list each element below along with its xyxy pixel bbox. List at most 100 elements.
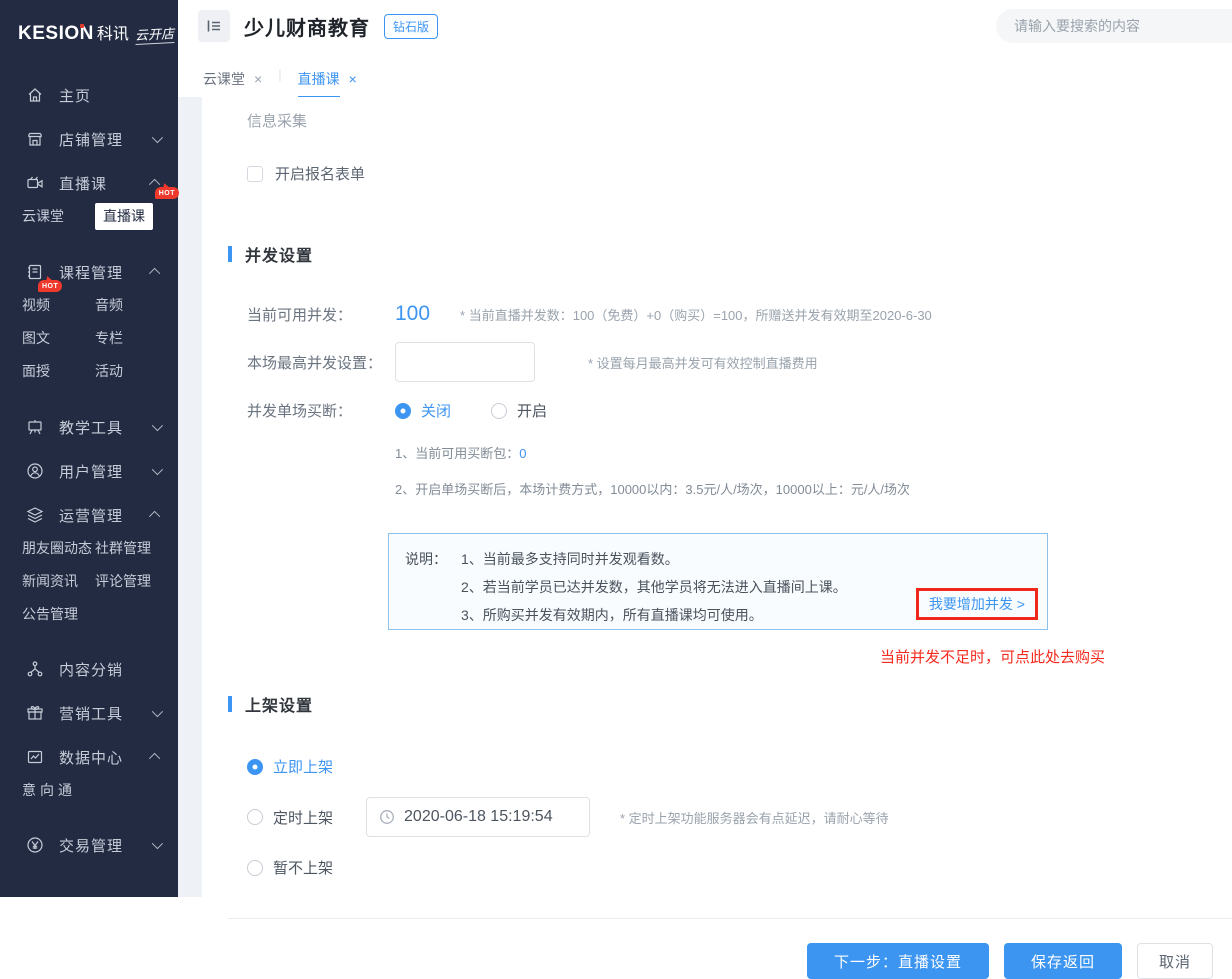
shelf-section-header: 上架设置 — [247, 692, 1232, 716]
submenu-item-article[interactable]: 图文 — [22, 329, 50, 347]
add-concurrency-link[interactable]: 我要增加并发 > — [929, 596, 1025, 612]
tab-cloud-classroom[interactable]: 云课堂 × — [203, 52, 262, 97]
chevron-down-icon — [152, 132, 163, 143]
cancel-button[interactable]: 取消 — [1137, 943, 1213, 979]
search-input[interactable] — [996, 9, 1232, 43]
radio-selected-icon — [395, 403, 411, 419]
purchase-annotation-text: 当前并发不足时，可点此处去购买 — [880, 646, 1232, 667]
buyout-hint-1: 1、当前可用买断包：0 — [395, 443, 1232, 462]
sidebar-menu: 主页 店铺管理 直播课 云课堂 直播课HOT 课程管理 视频HOT — [0, 73, 178, 867]
submenu-item-offline[interactable]: 面授 — [22, 362, 50, 380]
submenu-item-column[interactable]: 专栏 — [95, 329, 123, 348]
notice-item-1: 1、当前最多支持同时并发观看数。 — [461, 547, 847, 571]
signup-form-label: 开启报名表单 — [275, 163, 365, 184]
sidebar-item-content-distribution[interactable]: 内容分销 — [0, 647, 178, 691]
available-concurrency-value: 100 — [395, 302, 430, 326]
submenu-item-community[interactable]: 社群管理 — [95, 539, 151, 558]
shelf-option-scheduled[interactable]: 定时上架 — [247, 807, 333, 828]
user-icon — [26, 462, 44, 480]
footer-buttons: 下一步：直播设置 保存返回 取消 — [247, 943, 1232, 979]
tab-live-course[interactable]: 直播课 × — [298, 52, 357, 97]
next-step-button[interactable]: 下一步：直播设置 — [807, 943, 989, 979]
hot-badge: HOT — [155, 187, 179, 199]
buy-link-highlight-box: 我要增加并发 > — [916, 588, 1038, 620]
shelf-option-immediate[interactable]: 立即上架 — [247, 756, 1232, 777]
buyout-off-radio[interactable]: 关闭 — [395, 400, 451, 421]
shelf-option-not-yet[interactable]: 暂不上架 — [247, 857, 1232, 878]
close-icon[interactable]: × — [254, 71, 262, 87]
sidebar-item-marketing-tools[interactable]: 营销工具 — [0, 691, 178, 735]
max-concurrency-row: 本场最高并发设置： * 设置每月最高并发可有效控制直播费用 — [247, 342, 1232, 382]
max-concurrency-input[interactable] — [395, 342, 535, 382]
sidebar-item-live-course[interactable]: 直播课 — [0, 161, 178, 205]
clock-icon — [379, 809, 395, 825]
marketing-icon — [26, 704, 44, 722]
submenu-item-intention[interactable]: 意向通 — [22, 781, 76, 799]
submenu-item-cloud-classroom[interactable]: 云课堂 — [22, 207, 64, 225]
buyout-on-radio[interactable]: 开启 — [491, 400, 547, 421]
data-center-icon — [26, 748, 44, 766]
sidebar-item-user-management[interactable]: 用户管理 — [0, 449, 178, 493]
notice-label: 说明： — [405, 547, 461, 631]
schedule-note: * 定时上架功能服务器会有点延迟，请耐心等待 — [620, 808, 889, 827]
info-collection-label: 信息采集 — [247, 97, 1232, 131]
home-icon — [26, 86, 44, 104]
edition-badge: 钻石版 — [384, 14, 438, 39]
radio-selected-icon — [247, 759, 263, 775]
shelf-option-scheduled-row: 定时上架 2020-06-18 15:19:54 * 定时上架功能服务器会有点延… — [247, 797, 1232, 837]
section-accent-bar — [228, 696, 232, 712]
hot-badge: HOT — [38, 280, 62, 292]
chevron-down-icon — [152, 464, 163, 475]
sidebar: KESION 科讯 云开店 主页 店铺管理 直播课 云课堂 直播课HOT 课程管 — [0, 0, 178, 897]
sidebar-item-shop-management[interactable]: 店铺管理 — [0, 117, 178, 161]
trade-icon — [26, 836, 44, 854]
sidebar-item-teaching-tools[interactable]: 教学工具 — [0, 405, 178, 449]
notice-item-2: 2、若当前学员已达并发数，其他学员将无法进入直播间上课。 — [461, 575, 847, 599]
sidebar-item-data-center[interactable]: 数据中心 — [0, 735, 178, 779]
radio-unselected-icon — [491, 403, 507, 419]
live-camera-icon — [26, 174, 44, 192]
radio-unselected-icon — [247, 860, 263, 876]
collapse-menu-icon[interactable] — [198, 10, 230, 42]
teaching-tools-icon — [26, 418, 44, 436]
radio-unselected-icon — [247, 809, 263, 825]
operations-icon — [26, 506, 44, 524]
notice-item-3: 3、所购买并发有效期内，所有直播课均可使用。 — [461, 603, 847, 627]
buyout-hint-2: 2、开启单场买断后，本场计费方式，10000以内：3.5元/人/场次，10000… — [395, 479, 1232, 498]
chevron-down-icon — [152, 420, 163, 431]
schedule-datetime-input[interactable]: 2020-06-18 15:19:54 — [366, 797, 590, 837]
close-icon[interactable]: × — [349, 71, 357, 87]
buyout-label: 并发单场买断： — [247, 400, 395, 421]
sidebar-item-home[interactable]: 主页 — [0, 73, 178, 117]
tab-bar: 云课堂 × | 直播课 × — [178, 52, 1232, 97]
sidebar-item-trade-management[interactable]: 交易管理 — [0, 823, 178, 867]
page-title: 少儿财商教育 — [244, 12, 370, 41]
top-header: 少儿财商教育 钻石版 — [178, 0, 1232, 52]
submenu-item-comments[interactable]: 评论管理 — [95, 572, 151, 591]
brand-logo-script: 云开店 — [134, 23, 174, 45]
submenu-item-moments[interactable]: 朋友圈动态 — [22, 539, 92, 557]
sidebar-item-operations[interactable]: 运营管理 — [0, 493, 178, 537]
content-area: 信息采集 开启报名表单 并发设置 当前可用并发： 100 * 当前直播并发数：1… — [178, 97, 1232, 897]
submenu-item-video[interactable]: 视频HOT — [22, 296, 50, 314]
footer-divider — [228, 918, 1232, 919]
available-concurrency-row: 当前可用并发： 100 * 当前直播并发数：100（免费）+0（购买）=100，… — [247, 302, 1232, 326]
distribution-icon — [26, 660, 44, 678]
available-concurrency-note: * 当前直播并发数：100（免费）+0（购买）=100，所赠送并发有效期至202… — [460, 305, 932, 324]
signup-form-row: 开启报名表单 — [247, 163, 1232, 184]
submenu-item-news[interactable]: 新闻资讯 — [22, 572, 78, 590]
shop-icon — [26, 130, 44, 148]
buyout-row: 并发单场买断： 关闭 开启 — [247, 400, 1232, 421]
sidebar-item-course-management[interactable]: 课程管理 — [0, 250, 178, 294]
submenu-live-course: 云课堂 直播课HOT — [0, 205, 178, 250]
submenu-operations: 朋友圈动态 社群管理 新闻资讯 评论管理 公告管理 — [0, 537, 178, 647]
submenu-item-announcements[interactable]: 公告管理 — [22, 605, 78, 623]
save-return-button[interactable]: 保存返回 — [1004, 943, 1122, 979]
max-concurrency-note: * 设置每月最高并发可有效控制直播费用 — [588, 353, 818, 372]
available-concurrency-label: 当前可用并发： — [247, 304, 395, 325]
submenu-item-audio[interactable]: 音频 — [95, 296, 123, 315]
signup-form-checkbox[interactable] — [247, 166, 263, 182]
submenu-item-live-course[interactable]: 直播课HOT — [95, 203, 153, 230]
brand-logo-cn: 科讯 — [97, 20, 129, 44]
submenu-item-activity[interactable]: 活动 — [95, 362, 123, 381]
